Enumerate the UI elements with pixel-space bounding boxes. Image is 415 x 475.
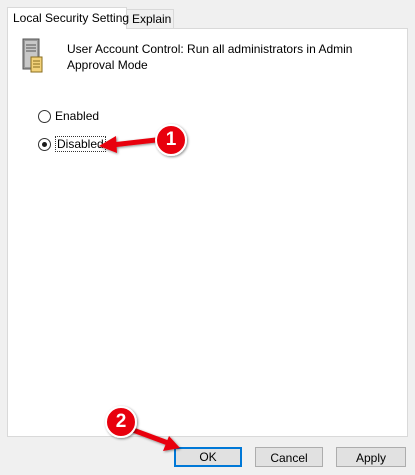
radio-disabled[interactable]: Disabled [38,136,106,152]
tab-explain[interactable]: Explain [126,9,174,28]
radio-enabled-label: Enabled [55,109,100,123]
settings-panel: User Account Control: Run all administra… [7,28,408,437]
radio-disabled-label: Disabled [55,136,106,152]
radio-enabled[interactable]: Enabled [38,109,99,123]
server-policy-icon [22,38,43,73]
apply-button[interactable]: Apply [336,447,406,467]
radio-enabled-circle[interactable] [38,109,51,123]
policy-title: User Account Control: Run all administra… [67,42,353,72]
radio-disabled-circle[interactable] [38,137,51,151]
cancel-button[interactable]: Cancel [255,447,323,467]
tab-local-security-setting[interactable]: Local Security Setting [7,7,129,29]
ok-button[interactable]: OK [174,447,242,467]
